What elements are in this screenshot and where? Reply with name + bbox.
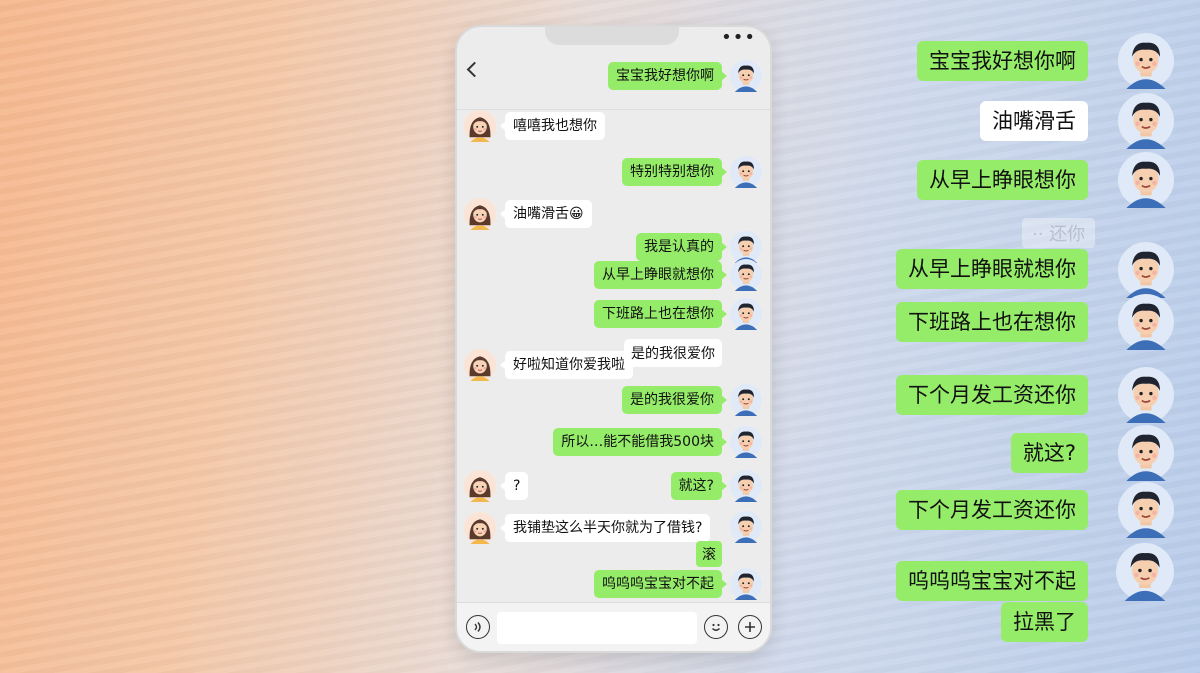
- message-row: 呜呜呜宝宝对不起: [457, 567, 770, 601]
- avatar[interactable]: [730, 470, 762, 502]
- phone-notch: [545, 27, 679, 45]
- panel-message-row: 拉黑了: [880, 593, 1180, 651]
- message-row: 所以…能不能借我500块: [457, 425, 770, 459]
- message-bubble[interactable]: 我铺垫这么半天你就为了借钱?: [499, 514, 711, 542]
- panel-message-row: 宝宝我好想你啊: [880, 32, 1180, 90]
- avatar[interactable]: [464, 512, 496, 544]
- panel-message-bubble: 拉黑了: [1001, 602, 1088, 642]
- panel-message-bubble: 油嘴滑舌: [980, 101, 1088, 141]
- message-bubble[interactable]: 是的我很爱你: [622, 386, 727, 414]
- avatar: [1118, 93, 1174, 149]
- message-bubble[interactable]: 特别特别想你: [622, 158, 727, 186]
- avatar[interactable]: [730, 60, 762, 92]
- message-bubble[interactable]: 我是认真的: [636, 233, 727, 261]
- avatar[interactable]: [464, 349, 496, 381]
- voice-icon[interactable]: [466, 615, 490, 639]
- avatar: [1118, 33, 1174, 89]
- panel-message-row: 下个月发工资还你: [880, 481, 1180, 539]
- avatar[interactable]: [730, 298, 762, 330]
- panel-message-bubble: 宝宝我好想你啊: [917, 41, 1088, 81]
- panel-message-row: 从早上睁眼想你: [880, 151, 1180, 209]
- message-input[interactable]: [497, 612, 697, 644]
- message-row: 好啦知道你爱我啦: [457, 348, 770, 382]
- message-row: 宝宝我好想你啊: [457, 59, 770, 93]
- message-row: 下班路上也在想你: [457, 297, 770, 331]
- message-row: 就这?: [457, 469, 770, 503]
- input-bar: [457, 602, 770, 651]
- avatar[interactable]: [464, 198, 496, 230]
- panel-message-bubble: 从早上睁眼想你: [917, 160, 1088, 200]
- panel-message-bubble: 下班路上也在想你: [896, 302, 1088, 342]
- emoji-icon[interactable]: [704, 615, 728, 639]
- avatar[interactable]: [730, 568, 762, 600]
- avatar[interactable]: [730, 426, 762, 458]
- avatar: [1116, 543, 1174, 601]
- panel-message-row: 下班路上也在想你: [880, 293, 1180, 351]
- panel-message-row: 从早上睁眼就想你: [880, 240, 1180, 298]
- avatar: [1118, 425, 1174, 481]
- panel-message-bubble: 下个月发工资还你: [896, 490, 1088, 530]
- message-bubble[interactable]: 宝宝我好想你啊: [608, 62, 727, 90]
- panel-message-bubble: 就这?: [1010, 433, 1088, 473]
- message-row: 油嘴滑舌😀: [457, 197, 770, 231]
- short-reply-bubble[interactable]: 滚: [696, 541, 722, 567]
- avatar[interactable]: [730, 156, 762, 188]
- overlapping-bubble[interactable]: 是的我很爱你: [624, 339, 722, 367]
- message-bubble[interactable]: 所以…能不能借我500块: [553, 428, 727, 456]
- avatar[interactable]: [730, 259, 762, 291]
- message-row: 特别特别想你: [457, 155, 770, 189]
- panel-message-bubble: 从早上睁眼就想你: [896, 249, 1088, 289]
- avatar[interactable]: [730, 384, 762, 416]
- panel-message-row: 油嘴滑舌: [880, 92, 1180, 150]
- avatar: [1118, 242, 1174, 298]
- avatar: [1118, 367, 1174, 423]
- message-bubble[interactable]: 就这?: [670, 472, 728, 500]
- panel-message-bubble: 下个月发工资还你: [896, 375, 1088, 415]
- avatar: [1118, 482, 1174, 538]
- more-dots-icon[interactable]: •••: [721, 29, 756, 47]
- phone-chat-window: ••• 宝宝我好想你啊 嘻嘻我也想你 特别特别想你 油嘴滑舌😀 我是认真的 从早…: [455, 25, 772, 653]
- message-bubble[interactable]: 嘻嘻我也想你: [500, 112, 605, 140]
- message-row: 我铺垫这么半天你就为了借钱?: [457, 511, 770, 545]
- message-bubble[interactable]: 呜呜呜宝宝对不起: [594, 570, 727, 598]
- panel-message-row: 下个月发工资还你: [880, 366, 1180, 424]
- message-row: 从早上睁眼就想你: [457, 258, 770, 292]
- message-bubble[interactable]: 油嘴滑舌😀: [500, 200, 592, 228]
- avatar[interactable]: [730, 511, 762, 543]
- message-bubble[interactable]: 下班路上也在想你: [594, 300, 727, 328]
- avatar: [1118, 294, 1174, 350]
- avatar: [1118, 152, 1174, 208]
- panel-message-row: 就这?: [880, 424, 1180, 482]
- message-row: 嘻嘻我也想你: [457, 109, 770, 143]
- plus-icon[interactable]: [738, 615, 762, 639]
- message-bubble[interactable]: 好啦知道你爱我啦: [500, 351, 633, 379]
- message-row: 是的我很爱你: [457, 383, 770, 417]
- avatar[interactable]: [464, 110, 496, 142]
- message-bubble[interactable]: 从早上睁眼就想你: [594, 261, 727, 289]
